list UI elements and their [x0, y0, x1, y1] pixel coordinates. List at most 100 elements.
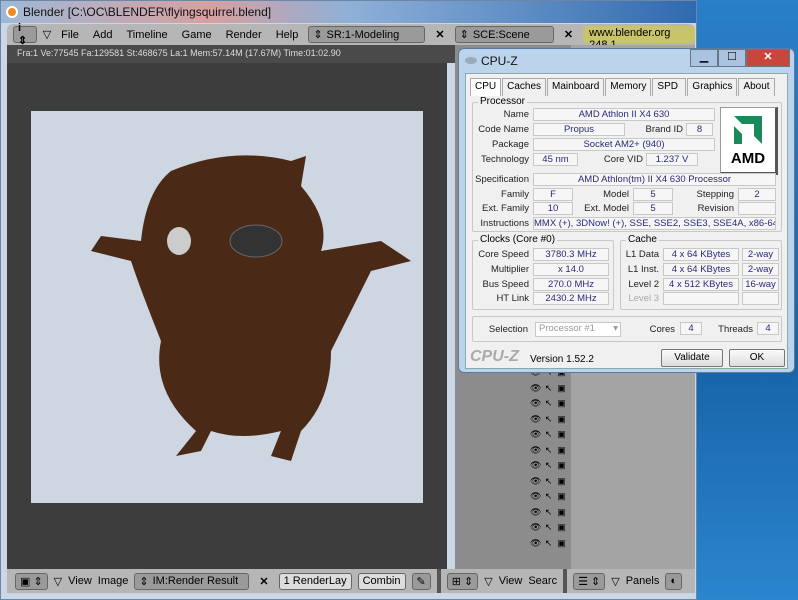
- collapse-icon[interactable]: ▽: [54, 575, 62, 588]
- label: Name: [503, 109, 529, 120]
- menu-help[interactable]: Help: [272, 29, 303, 41]
- label: HT Link: [496, 293, 529, 304]
- cpuz-icon: [465, 57, 477, 64]
- image-editor[interactable]: [7, 63, 447, 569]
- family-value: F: [533, 188, 573, 201]
- tab-spd[interactable]: SPD: [652, 78, 687, 96]
- label: Bus Speed: [482, 279, 529, 290]
- tab-graphics[interactable]: Graphics: [687, 78, 738, 96]
- menu-search[interactable]: Searc: [528, 575, 557, 587]
- label: Specification: [475, 174, 529, 185]
- layer-select[interactable]: 1 RenderLay: [278, 572, 352, 590]
- collapse-icon[interactable]: ▽: [611, 575, 619, 588]
- info-icon[interactable]: i ⇕: [13, 22, 37, 47]
- image-name: IM:Render Result: [152, 575, 239, 587]
- brand-id-value: 8: [686, 123, 713, 136]
- name-value: AMD Athlon II X4 630: [533, 108, 715, 121]
- cpuz-window: CPU-Z ▁ ☐ ✕ CPU Caches Mainboard Memory SP…: [458, 48, 795, 373]
- ok-button[interactable]: OK: [729, 349, 785, 367]
- ext-family-value: 10: [533, 202, 573, 215]
- blender-titlebar: Blender [C:\OC\BLENDER\flyingsquirrel.bl…: [1, 1, 696, 23]
- squirrel-body: [91, 155, 411, 461]
- ht-link-value: 2430.2 MHz: [533, 292, 609, 305]
- tab-mainboard[interactable]: Mainboard: [547, 78, 605, 96]
- tab-cpu[interactable]: CPU: [470, 78, 502, 96]
- label: Model: [603, 189, 629, 200]
- l1-data-ways: 2-way: [742, 248, 779, 261]
- menu-add[interactable]: Add: [89, 29, 117, 41]
- pin-icon[interactable]: ✎: [411, 572, 431, 590]
- cpuz-title: CPU-Z: [481, 54, 518, 68]
- l1-data-value: 4 x 64 KBytes: [663, 248, 739, 261]
- cores-value: 4: [680, 322, 702, 335]
- menu-view[interactable]: View: [68, 575, 92, 587]
- screen-select[interactable]: ⇕ SR:1-Modeling: [308, 26, 426, 43]
- editor-type-icon[interactable]: ▣ ⇕: [15, 572, 48, 590]
- core-speed-value: 3780.3 MHz: [533, 248, 609, 261]
- level2-value: 4 x 512 KBytes: [663, 278, 739, 291]
- close-icon[interactable]: ✕: [431, 28, 448, 41]
- collapse-icon[interactable]: ▽: [43, 28, 51, 41]
- level3-ways: [742, 292, 779, 305]
- image-select[interactable]: ⇕ IM:Render Result: [134, 572, 250, 590]
- blender-url[interactable]: www.blender.org 248.1: [583, 26, 695, 51]
- shading-icon[interactable]: ◐: [665, 572, 682, 590]
- label: Level 3: [628, 293, 659, 304]
- close-icon[interactable]: ✕: [255, 575, 272, 588]
- menu-game[interactable]: Game: [178, 29, 216, 41]
- label: Revision: [697, 203, 734, 214]
- amd-logo: AMD: [720, 107, 778, 175]
- stepping-value: 2: [738, 188, 776, 201]
- validate-button[interactable]: Validate: [661, 349, 723, 367]
- group-label: Processor: [478, 96, 528, 107]
- minimize-icon[interactable]: ▁: [690, 49, 718, 67]
- menu-outliner-view[interactable]: View: [499, 575, 523, 587]
- label: Ext. Family: [482, 203, 529, 214]
- clocks-group: Clocks (Core #0) Core Speed 3780.3 MHz M…: [472, 234, 614, 310]
- label: Core Speed: [478, 249, 529, 260]
- label: Brand ID: [645, 124, 684, 135]
- multiplier-value: x 14.0: [533, 263, 609, 276]
- menu-file[interactable]: File: [57, 29, 83, 41]
- close-icon[interactable]: ✕: [746, 49, 790, 67]
- blender-header: i ⇕ ▽ File Add Timeline Game Render Help…: [7, 22, 695, 51]
- label: Core VID: [603, 154, 643, 165]
- revision-value: [738, 202, 776, 215]
- instructions-value: MMX (+), 3DNow! (+), SSE, SSE2, SSE3, SS…: [533, 217, 776, 230]
- group-label: Cache: [626, 234, 659, 245]
- blender-footer: ▣ ⇕ ▽ View Image ⇕ IM:Render Result ✕ 1 R…: [7, 569, 695, 593]
- pass-select[interactable]: Combin: [357, 572, 406, 590]
- menu-panels[interactable]: Panels: [626, 575, 660, 587]
- specification-value: AMD Athlon(tm) II X4 630 Processor: [533, 173, 776, 186]
- collapse-icon[interactable]: ▽: [484, 575, 492, 588]
- threads-value: 4: [757, 322, 779, 335]
- technology-value: 45 nm: [533, 153, 578, 166]
- label: Level 2: [628, 279, 659, 290]
- chevron-down-icon: ▾: [613, 323, 618, 334]
- maximize-icon[interactable]: ☐: [718, 49, 746, 67]
- tab-caches[interactable]: Caches: [502, 78, 547, 96]
- cpuz-brand-logo: CPU-Z: [470, 348, 519, 365]
- label: Selection: [488, 324, 528, 335]
- menu-render[interactable]: Render: [222, 29, 266, 41]
- selection-group: Selection Processor #1 ▾ Cores 4 Threads …: [472, 316, 782, 342]
- label: Threads: [718, 324, 753, 335]
- close-icon[interactable]: ✕: [560, 28, 577, 41]
- label: Family: [501, 189, 529, 200]
- screen-name: SR:1-Modeling: [326, 28, 400, 41]
- menu-image[interactable]: Image: [98, 575, 129, 587]
- tab-about[interactable]: About: [738, 78, 775, 96]
- divider: [436, 569, 441, 593]
- label: Package: [492, 139, 529, 150]
- scene-select[interactable]: ⇕ SCE:Scene: [454, 26, 554, 43]
- outliner-type-icon[interactable]: ⊞ ⇕: [446, 572, 479, 590]
- label: Ext. Model: [584, 203, 629, 214]
- blender-logo-icon: [6, 6, 18, 18]
- buttons-type-icon[interactable]: ☰ ⇕: [573, 572, 606, 590]
- processor-select[interactable]: Processor #1 ▾: [535, 322, 621, 337]
- package-value: Socket AM2+ (940): [533, 138, 715, 151]
- tab-memory[interactable]: Memory: [605, 78, 652, 96]
- level3-value: [663, 292, 739, 305]
- menu-timeline[interactable]: Timeline: [122, 29, 171, 41]
- model-value: 5: [633, 188, 673, 201]
